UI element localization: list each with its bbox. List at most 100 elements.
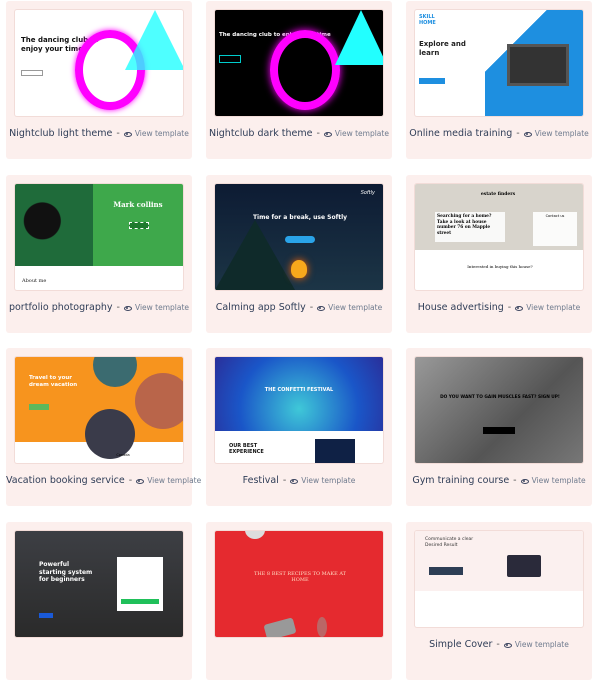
template-card[interactable]: Mark collins About me portfolio photogra… (6, 175, 192, 333)
template-card[interactable]: SKILL HOME Explore and learn Online medi… (406, 1, 592, 159)
template-thumbnail[interactable]: Powerful starting system for beginners (15, 531, 183, 637)
view-template-link[interactable]: View template (290, 476, 355, 485)
eye-icon (290, 478, 299, 484)
template-title: Gym training course (412, 475, 510, 486)
template-thumbnail[interactable]: Communicate a clear Desired Result (415, 531, 583, 627)
view-template-link[interactable]: View template (503, 640, 569, 649)
view-template-label: View template (534, 129, 589, 138)
template-card[interactable]: THE 8 BEST RECIPES TO MAKE AT HOME (206, 522, 392, 680)
view-template-link[interactable]: View template (515, 303, 580, 312)
logo: SKILL HOME (419, 14, 436, 26)
thumb-headline: Travel to your dream vacation (29, 375, 78, 388)
template-caption: House advertising - View template (406, 302, 592, 313)
view-template-label: View template (526, 303, 581, 312)
eye-icon (503, 642, 512, 648)
thumb-section: OUR BEST EXPERIENCE (229, 443, 264, 456)
template-card[interactable]: THE CONFETTI FESTIVAL OUR BEST EXPERIENC… (206, 348, 392, 506)
template-caption: Simple Cover - View template (406, 639, 592, 650)
template-thumbnail[interactable]: SKILL HOME Explore and learn (415, 10, 583, 116)
thumb-headline: Time for a break, use Softly (252, 214, 348, 221)
template-caption: Online media training - View template (406, 128, 592, 139)
view-template-link[interactable]: View template (520, 476, 586, 485)
thumb-section: About me (22, 278, 47, 284)
template-thumbnail[interactable]: estate finders Searching for a home? Tak… (415, 184, 583, 290)
thumb-headline: Mark collins (113, 200, 163, 209)
template-title: Festival (242, 475, 279, 486)
template-card[interactable]: Softly Time for a break, use Softly Calm… (206, 175, 392, 333)
thumb-section: Canada (116, 453, 130, 457)
template-thumbnail[interactable]: THE 8 BEST RECIPES TO MAKE AT HOME (215, 531, 383, 637)
template-thumbnail[interactable]: Travel to your dream vacation Canada (15, 357, 183, 463)
eye-icon (515, 305, 524, 311)
thumb-headline: Explore and learn (419, 40, 466, 57)
view-template-label: View template (134, 303, 190, 312)
separator: - (513, 475, 517, 486)
thumb-headline: Communicate a clear Desired Result (425, 537, 474, 548)
thumb-headline: THE CONFETTI FESTIVAL (264, 387, 334, 393)
separator: - (282, 475, 287, 486)
separator: - (496, 639, 500, 650)
thumb-headline: DO YOU WANT TO GAIN MUSCLES FAST? SIGN U… (440, 395, 560, 400)
eye-icon (520, 478, 529, 484)
template-title: Simple Cover (429, 639, 493, 650)
template-card[interactable]: DO YOU WANT TO GAIN MUSCLES FAST? SIGN U… (406, 348, 592, 506)
template-thumbnail[interactable]: The dancing club to enjoy your time (15, 10, 183, 116)
template-title: Nightclub light theme (9, 128, 113, 139)
view-template-link[interactable]: View template (323, 129, 389, 138)
thumb-headline: Searching for a home? Take a look at hou… (435, 212, 505, 242)
view-template-link[interactable]: View template (123, 129, 189, 138)
view-template-label: View template (134, 129, 189, 138)
template-card[interactable]: The dancing club to enjoy your time Nigh… (206, 1, 392, 159)
eye-icon (136, 478, 145, 484)
logo: Softly (360, 190, 375, 196)
template-title: Nightclub dark theme (209, 128, 313, 139)
separator: - (116, 302, 120, 313)
view-template-label: View template (301, 476, 356, 485)
view-template-label: View template (334, 129, 389, 138)
template-title: House advertising (417, 302, 504, 313)
template-title: Vacation booking service (6, 475, 125, 486)
template-thumbnail[interactable]: THE CONFETTI FESTIVAL OUR BEST EXPERIENC… (215, 357, 383, 463)
view-template-label: View template (514, 640, 569, 649)
template-card[interactable]: estate finders Searching for a home? Tak… (406, 175, 592, 333)
view-template-link[interactable]: View template (123, 303, 190, 312)
template-caption: Calming app Softly - View template (206, 302, 392, 313)
template-caption: Nightclub light theme - View template (6, 128, 192, 139)
template-title: portfolio photography (8, 302, 113, 313)
view-template-label: View template (147, 476, 202, 485)
separator: - (516, 128, 520, 139)
template-caption: Gym training course - View template (406, 475, 592, 486)
template-thumbnail[interactable]: DO YOU WANT TO GAIN MUSCLES FAST? SIGN U… (415, 357, 583, 463)
eye-icon (123, 131, 132, 137)
view-template-label: View template (531, 476, 586, 485)
template-card[interactable]: Travel to your dream vacation Canada Vac… (6, 348, 201, 506)
template-card[interactable]: The dancing club to enjoy your time Nigh… (6, 1, 192, 159)
eye-icon (317, 305, 326, 311)
template-card[interactable]: Communicate a clear Desired Result Simpl… (406, 522, 592, 680)
template-caption: Festival - View template (206, 475, 392, 486)
separator: - (128, 475, 133, 486)
template-caption: portfolio photography - View template (6, 302, 192, 313)
thumb-headline: THE 8 BEST RECIPES TO MAKE AT HOME (253, 571, 347, 584)
template-thumbnail[interactable]: Softly Time for a break, use Softly (215, 184, 383, 290)
view-template-link[interactable]: View template (317, 303, 382, 312)
template-title: Online media training (409, 128, 513, 139)
thumb-section: Interested in buying this house? (467, 264, 533, 269)
view-template-label: View template (328, 303, 383, 312)
template-thumbnail[interactable]: The dancing club to enjoy your time (215, 10, 383, 116)
eye-icon (123, 305, 132, 311)
template-caption: Nightclub dark theme - View template (206, 128, 392, 139)
template-title: Calming app Softly (215, 302, 306, 313)
separator: - (116, 128, 120, 139)
thumb-form: Contact us (533, 212, 577, 246)
separator: - (507, 302, 512, 313)
view-template-link[interactable]: View template (523, 129, 589, 138)
logo: estate finders (480, 192, 516, 197)
view-template-link[interactable]: View template (136, 476, 201, 485)
separator: - (316, 128, 320, 139)
template-card[interactable]: Powerful starting system for beginners (6, 522, 192, 680)
separator: - (309, 302, 314, 313)
template-thumbnail[interactable]: Mark collins About me (15, 184, 183, 290)
template-caption: Vacation booking service - View template (6, 475, 201, 486)
eye-icon (523, 131, 532, 137)
